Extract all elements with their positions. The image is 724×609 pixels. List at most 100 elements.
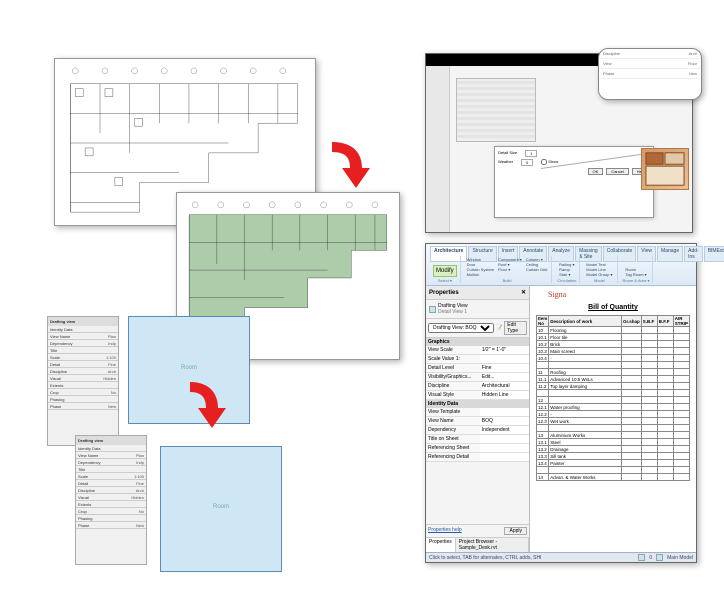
property-row[interactable]: View Template [426, 408, 529, 417]
property-category: Graphics [426, 338, 529, 346]
property-row: DetailFine [76, 480, 146, 487]
table-header: S.B.F [641, 316, 657, 327]
property-row: DependencyIndp [76, 459, 146, 466]
table-row [537, 467, 690, 474]
modify-button[interactable]: Modify [433, 265, 457, 277]
property-row: CropNo [48, 389, 118, 396]
property-row[interactable]: DisciplineArchitectural [426, 382, 529, 391]
property-row: PhaseNew [48, 403, 118, 410]
dialog-field-value[interactable]: 0 [521, 159, 533, 166]
table-row: 12.2- [537, 411, 690, 418]
property-row[interactable]: Referencing Detail [426, 453, 529, 462]
table-row: 11.2Top layer damping [537, 383, 690, 390]
property-row: VisualHidden [48, 375, 118, 382]
property-row[interactable]: View NameBOQ [426, 417, 529, 426]
table-row: 12.3Wet work [537, 418, 690, 425]
property-category: Identity Data [426, 400, 529, 408]
project-browser-sidebar[interactable] [426, 66, 450, 232]
ribbon-tab[interactable]: BIMExt [704, 246, 724, 262]
callout-row: ViewFloor [599, 59, 701, 69]
table-row: 10.3Main screed [537, 348, 690, 355]
ribbon-group-label: Model [594, 278, 605, 283]
ribbon-group-label[interactable]: Select ▾ [438, 278, 452, 283]
revit-popup-window: Detail Size 1 Weather 0 Show OK Cancel H… [425, 53, 693, 233]
property-row: DependencyIndp [48, 340, 118, 347]
property-row[interactable]: View Scale1/2" = 1'-0" [426, 346, 529, 355]
table-row: 11Roofing [537, 369, 690, 376]
view-type-icon [429, 306, 436, 313]
table-row: 13.4Painter [537, 460, 690, 467]
room-label: Room [181, 365, 197, 371]
property-row[interactable]: DependencyIndependent [426, 426, 529, 435]
table-header: Description of work [549, 316, 622, 327]
table-header: Gr.shap [621, 316, 641, 327]
table-row: 13.2Drainage [537, 446, 690, 453]
cancel-button[interactable]: Cancel [606, 168, 628, 175]
table-header: AIR STRIP [673, 316, 689, 327]
view-selector[interactable]: Drafting View: BOQ [428, 323, 494, 333]
options-dialog[interactable]: Detail Size 1 Weather 0 Show OK Cancel H… [494, 146, 654, 218]
apply-button[interactable]: Apply [504, 527, 527, 535]
property-row[interactable]: Scale Value 1: [426, 355, 529, 364]
ribbon-button[interactable]: Tag Room ▾ [624, 272, 647, 277]
callout-row: DisciplineArch [599, 49, 701, 59]
ribbon-button[interactable]: Model Group ▾ [585, 272, 613, 277]
table-row: 10Flooring [537, 327, 690, 334]
properties-panel-small-2: Drafting view Identity DataView NamePlan… [75, 435, 147, 565]
ribbon-button[interactable]: Mullion [466, 272, 495, 277]
boq-table: Item NoDescription of workGr.shapS.B.FB.… [536, 315, 690, 481]
revit-main-window: ArchitectureStructureInsertAnnotateAnaly… [425, 243, 697, 563]
table-row [537, 425, 690, 432]
callout-row: PhaseNew [599, 69, 701, 79]
dialog-field-value[interactable]: 1 [525, 150, 537, 157]
drafting-view-canvas[interactable]: Signa Bill of Quantity Item NoDescriptio… [530, 286, 696, 552]
table-row: 12.1Water proofing [537, 404, 690, 411]
status-hint: Click to select, TAB for alternates, CTR… [429, 555, 541, 561]
property-row: Extents [76, 501, 146, 508]
ok-button[interactable]: OK [588, 168, 604, 175]
property-row[interactable]: Visibility/Graphics...Edit... [426, 373, 529, 382]
property-row: Identity Data [76, 445, 146, 452]
property-row: VisualHidden [76, 494, 146, 501]
callout-bubble: DisciplineArchViewFloorPhaseNew [598, 48, 702, 100]
dialog-field-label: Weather [498, 159, 513, 166]
boq-title: Bill of Quantity [530, 304, 696, 311]
room-label: Room [213, 504, 229, 510]
properties-title: Properties [429, 290, 459, 296]
table-header: Item No [537, 316, 549, 327]
status-icon[interactable] [638, 554, 645, 561]
property-row: Phasing [48, 396, 118, 403]
property-row: Title [48, 347, 118, 354]
palette-tab[interactable]: Properties [426, 538, 456, 552]
table-row: 12 [537, 397, 690, 404]
property-row: Title [76, 466, 146, 473]
property-row[interactable]: Title on Sheet [426, 435, 529, 444]
ribbon-button[interactable]: Curtain Grid [525, 267, 549, 272]
panel-header: Drafting view [48, 317, 118, 326]
property-row[interactable]: Visual StyleHidden Line [426, 391, 529, 400]
property-row: DisciplineArch [76, 487, 146, 494]
property-row[interactable]: Referencing Sheet [426, 444, 529, 453]
edit-type-button[interactable]: Edit Type [504, 321, 527, 335]
filter-icon[interactable] [656, 554, 663, 561]
palette-tab[interactable]: Project Browser - Sample_Desk.rvt [456, 538, 529, 552]
ribbon-button[interactable]: Floor ▾ [497, 267, 523, 272]
properties-palette: Properties ✕ Drafting View Detail View 1… [426, 286, 530, 552]
ribbon-group-label: Circulation [557, 278, 576, 283]
ribbon-group-label: Build [503, 278, 512, 283]
dialog-field-label: Detail Size [498, 150, 517, 157]
edit-icon: 📝 [496, 325, 502, 331]
table-row: 10.4- [537, 355, 690, 362]
floor-3d-preview [641, 148, 689, 190]
panel-header: Drafting view [76, 436, 146, 445]
ribbon-button[interactable]: Stair ▾ [558, 272, 575, 277]
ribbon-group-label: Room & Area ▾ [623, 278, 650, 283]
property-row[interactable]: Detail LevelFine [426, 364, 529, 373]
close-icon[interactable]: ✕ [521, 289, 526, 296]
properties-panel-small-1: Drafting view Identity DataView NamePlan… [47, 316, 119, 446]
table-row [537, 362, 690, 369]
table-row: 11.1Advanced 10:5 WxLs [537, 376, 690, 383]
properties-help-link[interactable]: Properties help [428, 527, 462, 535]
property-row: DisciplineArch [48, 368, 118, 375]
table-row: 13.3Sill tank [537, 453, 690, 460]
